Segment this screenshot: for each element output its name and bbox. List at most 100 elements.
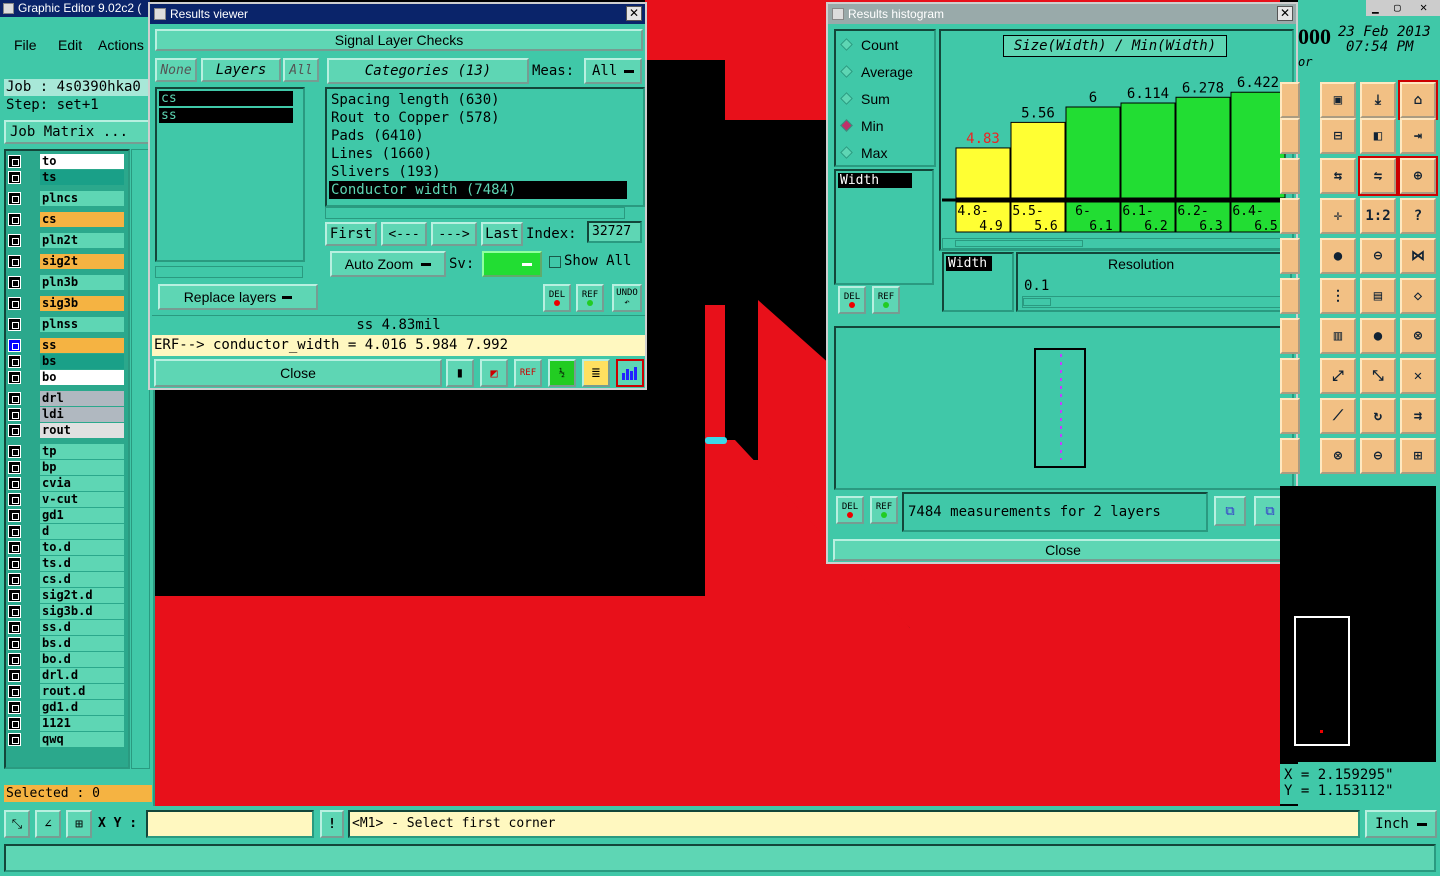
partial-tool-icon[interactable] <box>1280 398 1300 434</box>
layer-row[interactable]: plnss <box>6 317 124 332</box>
layer-checkbox[interactable] <box>8 541 21 554</box>
histogram-bar[interactable] <box>1010 121 1066 199</box>
layer-checkbox[interactable] <box>8 192 21 205</box>
histogram-bar[interactable] <box>955 147 1011 199</box>
layer-row[interactable]: bo <box>6 370 124 385</box>
layer-name[interactable]: to.d <box>40 540 124 555</box>
first-button[interactable]: First <box>325 222 377 246</box>
ref-button[interactable]: REF <box>870 496 898 524</box>
maximize-icon[interactable]: ▢ <box>1394 1 1401 14</box>
layer-row[interactable]: sig3b.d <box>6 604 124 619</box>
layer-name[interactable]: tp <box>40 444 124 459</box>
layer-checkbox[interactable] <box>8 653 21 666</box>
minimize-icon[interactable]: ▁ <box>1372 1 1379 14</box>
layers-hscroll[interactable] <box>155 266 303 278</box>
resize-icon[interactable]: ⤢ <box>1320 358 1356 394</box>
ref-crossed-icon[interactable]: REF <box>514 359 542 387</box>
units-dropdown[interactable]: Inch <box>1365 810 1437 838</box>
replace-layers-dropdown[interactable]: Replace layers <box>158 284 318 310</box>
layer-name[interactable]: v-cut <box>40 492 124 507</box>
app-title-bar[interactable]: Graphic Editor 9.02c2 ( <box>0 0 150 17</box>
layer-name[interactable]: cvia <box>40 476 124 491</box>
snap-icon[interactable]: ⤡ <box>4 810 30 838</box>
ref-button[interactable]: REF <box>872 286 900 314</box>
one-two-icon[interactable]: ½ <box>548 359 576 387</box>
layer-checkbox[interactable] <box>8 573 21 586</box>
histogram-close-button[interactable]: Close <box>833 539 1293 561</box>
partial-tool-icon[interactable] <box>1280 238 1300 274</box>
layer-checkbox[interactable] <box>8 685 21 698</box>
chart-hscroll[interactable] <box>942 238 1287 249</box>
layer-name[interactable]: ss.d <box>40 620 124 635</box>
layer-checkbox[interactable] <box>8 297 21 310</box>
layer-name[interactable]: to <box>40 154 124 169</box>
layer-row[interactable]: sig2t <box>6 254 124 269</box>
layer-row[interactable]: ss <box>6 338 124 353</box>
move-icon[interactable]: ✛ <box>1320 198 1356 234</box>
layer-name[interactable]: qwq <box>40 732 124 747</box>
open-icon[interactable]: ▣ <box>1320 82 1356 118</box>
layer-checkbox[interactable] <box>8 213 21 226</box>
resolution-slider[interactable] <box>1022 296 1286 308</box>
partial-tool-icon[interactable] <box>1280 358 1300 394</box>
results-viewer-window[interactable]: Results viewer ✕ Signal Layer Checks Non… <box>148 2 647 390</box>
mode-option[interactable]: Min <box>836 112 934 139</box>
layer-row[interactable]: ts.d <box>6 556 124 571</box>
layer-row[interactable]: ts <box>6 170 124 185</box>
pan-icon[interactable]: ⊕ <box>1398 156 1438 196</box>
angle-icon[interactable]: ∠ <box>35 810 61 838</box>
layer-checkbox[interactable] <box>8 509 21 522</box>
swap-icon[interactable]: ⇆ <box>1320 158 1356 194</box>
layer-checkbox[interactable] <box>8 355 21 368</box>
window-icon[interactable]: ⊟ <box>1320 118 1356 154</box>
layer-name[interactable]: sig3b.d <box>40 604 124 619</box>
layer-row[interactable]: bo.d <box>6 652 124 667</box>
layer-name[interactable]: d <box>40 524 124 539</box>
overview-map[interactable] <box>1280 486 1436 762</box>
layer-name[interactable]: rout <box>40 423 124 438</box>
histogram-chart[interactable]: 4.834.8-4.95.565.5-5.666-6.16.1146.1-6.2… <box>942 62 1292 244</box>
field-listbox[interactable]: Width <box>834 169 934 285</box>
layer-row[interactable]: sig3b <box>6 296 124 311</box>
category-item[interactable]: Conductor width (7484) <box>329 181 627 199</box>
xy-input[interactable] <box>146 810 314 838</box>
layer-name[interactable]: ss <box>40 338 124 353</box>
mode-option[interactable]: Max <box>836 139 934 166</box>
layer-checkbox[interactable] <box>8 155 21 168</box>
category-item[interactable]: Pads (6410) <box>329 127 627 145</box>
histogram-bar[interactable] <box>1230 91 1286 199</box>
layer-name[interactable]: drl <box>40 391 124 406</box>
stretch-icon[interactable]: ⤡ <box>1360 358 1396 394</box>
layer-name[interactable]: plnss <box>40 317 124 332</box>
layer-row[interactable]: ss.d <box>6 620 124 635</box>
mode-option[interactable]: Sum <box>836 85 934 112</box>
meas-dropdown[interactable]: All <box>584 58 642 84</box>
partial-tool-icon[interactable] <box>1280 158 1300 194</box>
layers-all-button[interactable]: All <box>283 58 319 82</box>
job-matrix-button[interactable]: Job Matrix ... <box>4 120 150 144</box>
mode-option[interactable]: Average <box>836 58 934 85</box>
layer-row[interactable]: gd1.d <box>6 700 124 715</box>
scale-icon[interactable]: 1:2 <box>1360 198 1396 234</box>
categories-hscroll[interactable] <box>325 207 625 219</box>
grid-icon[interactable]: ⊞ <box>66 810 92 838</box>
minus-icon[interactable]: ⊖ <box>1360 438 1396 474</box>
layer-name[interactable]: ts.d <box>40 556 124 571</box>
delete-icon[interactable]: ✕ <box>1400 358 1436 394</box>
category-item[interactable]: Lines (1660) <box>329 145 627 163</box>
alert-icon[interactable]: ! <box>320 810 344 838</box>
layer-name[interactable]: sig3b <box>40 296 124 311</box>
histogram-icon[interactable] <box>616 359 644 387</box>
category-item[interactable]: Spacing length (630) <box>329 91 627 109</box>
partial-tool-icon[interactable] <box>1280 198 1300 234</box>
auto-zoom-dropdown[interactable]: Auto Zoom <box>330 251 446 277</box>
layer-row[interactable]: cvia <box>6 476 124 491</box>
show-all-checkbox[interactable] <box>549 256 561 268</box>
layer-row[interactable]: to.d <box>6 540 124 555</box>
line-icon[interactable]: ⟋ <box>1320 398 1356 434</box>
layer-checkbox[interactable] <box>8 525 21 538</box>
layer-checkbox[interactable] <box>8 669 21 682</box>
layer-row[interactable]: d <box>6 524 124 539</box>
probe-icon[interactable]: ● <box>1320 238 1356 274</box>
cross-icon[interactable]: ⊗ <box>1400 318 1436 354</box>
